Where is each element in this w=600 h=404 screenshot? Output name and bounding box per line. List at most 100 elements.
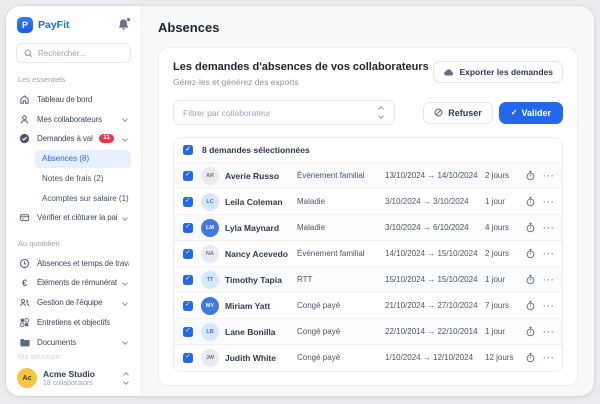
duration: 2 jours bbox=[485, 249, 525, 258]
sidebar-item-requests[interactable]: Demandes à valider 11 bbox=[16, 129, 131, 149]
check-icon: ✓ bbox=[185, 328, 190, 335]
stopwatch-icon bbox=[525, 300, 543, 311]
payfit-logo: P bbox=[17, 17, 33, 33]
row-checkbox[interactable]: ✓ bbox=[183, 171, 193, 181]
sidebar-item-label: Gestion de l'équipe bbox=[37, 298, 117, 307]
table-row: ✓ LB Lane Bonilla Congé payé 22/10/2014 … bbox=[174, 318, 562, 344]
notification-bell-icon[interactable] bbox=[117, 18, 130, 31]
refuse-button-label: Refuser bbox=[448, 108, 482, 118]
cloud-export-icon bbox=[443, 68, 454, 77]
chevron-down-icon bbox=[122, 339, 128, 345]
sidebar-item-collaborators[interactable]: Mes collaborateurs bbox=[16, 109, 131, 129]
table-row: ✓ AR Averie Russo Évènement familial 13/… bbox=[174, 162, 562, 188]
more-menu-button[interactable]: ··· bbox=[543, 327, 555, 337]
select-all-checkbox[interactable]: ✓ bbox=[183, 145, 193, 155]
section-label-daily: Au quotidien bbox=[18, 239, 129, 248]
date-range: 3/10/2024 → 3/10/2024 bbox=[385, 197, 485, 206]
sidebar-item-documents[interactable]: Documents bbox=[16, 332, 131, 352]
sidebar-item-team[interactable]: Gestion de l'équipe bbox=[16, 293, 131, 313]
date-range: 1/10/2024 → 12/10/2024 bbox=[385, 353, 485, 362]
home-icon bbox=[18, 94, 31, 105]
check-icon: ✓ bbox=[185, 302, 190, 309]
date-range: 22/10/2014 → 22/10/2014 bbox=[385, 327, 485, 336]
validate-button-label: Valider bbox=[521, 108, 551, 118]
sidebar-item-compensation[interactable]: € Éléments de rémunération bbox=[16, 273, 131, 293]
sidebar-item-label: Vérifier et clôturer la paie bbox=[37, 213, 117, 222]
employee-name: Lyla Maynard bbox=[225, 223, 297, 233]
row-checkbox[interactable]: ✓ bbox=[183, 223, 193, 233]
company-switcher[interactable]: Ac Acme Studio 18 collaborators bbox=[16, 364, 131, 388]
date-range: 14/10/2024 → 15/10/2024 bbox=[385, 249, 485, 258]
check-icon: ✓ bbox=[185, 198, 190, 205]
table-rows: ✓ AR Averie Russo Évènement familial 13/… bbox=[174, 162, 562, 370]
stopwatch-icon bbox=[525, 274, 543, 285]
sidebar-item-dashboard[interactable]: Tableau de bord bbox=[16, 89, 131, 109]
check-icon: ✓ bbox=[185, 224, 190, 231]
sidebar-item-label: Documents bbox=[37, 338, 117, 347]
row-checkbox[interactable]: ✓ bbox=[183, 327, 193, 337]
company-subtitle: 18 collaborators bbox=[43, 380, 118, 387]
absence-type: Maladie bbox=[297, 197, 385, 206]
user-icon bbox=[18, 114, 31, 125]
chevron-down-icon bbox=[122, 116, 128, 122]
refuse-button[interactable]: Refuser bbox=[423, 102, 493, 124]
absence-type: Maladie bbox=[297, 223, 385, 232]
employee-name: Nancy Acevedo bbox=[225, 249, 297, 259]
chevron-down-icon bbox=[122, 300, 128, 306]
chevron-down-icon bbox=[122, 136, 128, 142]
check-icon: ✓ bbox=[185, 147, 190, 154]
avatar: LM bbox=[201, 219, 219, 237]
date-range: 15/10/2024 → 15/10/2024 bbox=[385, 275, 485, 284]
stopwatch-icon bbox=[525, 248, 543, 259]
employee-name: Leila Coleman bbox=[225, 197, 297, 207]
export-button[interactable]: Exporter les demandes bbox=[433, 61, 563, 83]
row-checkbox[interactable]: ✓ bbox=[183, 353, 193, 363]
company-name: Acme Studio bbox=[43, 369, 118, 379]
employee-name: Lane Bonilla bbox=[225, 327, 297, 337]
more-menu-button[interactable]: ··· bbox=[543, 353, 555, 363]
sidebar-subitem-absences[interactable]: Absences (8) bbox=[35, 150, 131, 169]
more-menu-button[interactable]: ··· bbox=[543, 197, 555, 207]
sidebar: P PayFit Les essentiels Tableau de bord bbox=[6, 6, 142, 396]
sidebar-subitem-advances[interactable]: Acomptes sur salaire (1) bbox=[35, 189, 131, 208]
absences-card: Les demandes d'absences de vos collabora… bbox=[158, 47, 578, 386]
avatar: AR bbox=[201, 167, 219, 185]
search-input[interactable] bbox=[38, 49, 118, 58]
table-row: ✓ NA Nancy Acevedo Évènement familial 14… bbox=[174, 240, 562, 266]
sidebar-subitem-expenses[interactable]: Notes de frais (2) bbox=[35, 169, 131, 188]
employee-name: Timothy Tapia bbox=[225, 275, 297, 285]
sidebar-item-reviews[interactable]: Entretiens et objectifs bbox=[16, 313, 131, 333]
avatar: TT bbox=[201, 271, 219, 289]
main-content: Absences Les demandes d'absences de vos … bbox=[142, 6, 594, 396]
stopwatch-icon bbox=[525, 170, 543, 181]
date-range: 13/10/2024 → 14/10/2024 bbox=[385, 171, 485, 180]
table-row: ✓ LM Lyla Maynard Maladie 3/10/2024 → 6/… bbox=[174, 214, 562, 240]
sidebar-item-time-tracking[interactable]: Absences et temps de travail bbox=[16, 253, 131, 273]
check-icon: ✓ bbox=[511, 108, 518, 117]
row-checkbox[interactable]: ✓ bbox=[183, 301, 193, 311]
row-checkbox[interactable]: ✓ bbox=[183, 197, 193, 207]
collaborator-filter-select[interactable]: Filtrer par collaborateur bbox=[173, 100, 395, 125]
more-menu-button[interactable]: ··· bbox=[543, 223, 555, 233]
more-menu-button[interactable]: ··· bbox=[543, 249, 555, 259]
row-checkbox[interactable]: ✓ bbox=[183, 275, 193, 285]
absence-type: Congé payé bbox=[297, 353, 385, 362]
sidebar-item-label: Entretiens et objectifs bbox=[37, 318, 129, 327]
check-icon: ✓ bbox=[185, 250, 190, 257]
sidebar-item-payroll[interactable]: Vérifier et clôturer la paie bbox=[16, 208, 131, 228]
brand-name: PayFit bbox=[38, 19, 112, 31]
row-checkbox[interactable]: ✓ bbox=[183, 249, 193, 259]
folder-icon bbox=[18, 337, 31, 348]
sidebar-search[interactable] bbox=[16, 43, 131, 64]
duration: 2 jours bbox=[485, 171, 525, 180]
company-switch-chevrons-icon bbox=[124, 373, 130, 384]
more-menu-button[interactable]: ··· bbox=[543, 171, 555, 181]
more-menu-button[interactable]: ··· bbox=[543, 301, 555, 311]
validate-button[interactable]: ✓ Valider bbox=[499, 102, 563, 124]
stopwatch-icon bbox=[525, 222, 543, 233]
stopwatch-icon bbox=[525, 196, 543, 207]
card-title: Les demandes d'absences de vos collabora… bbox=[173, 61, 429, 73]
bulk-actions: Refuser ✓ Valider bbox=[423, 102, 563, 124]
avatar: LB bbox=[201, 323, 219, 341]
more-menu-button[interactable]: ··· bbox=[543, 275, 555, 285]
